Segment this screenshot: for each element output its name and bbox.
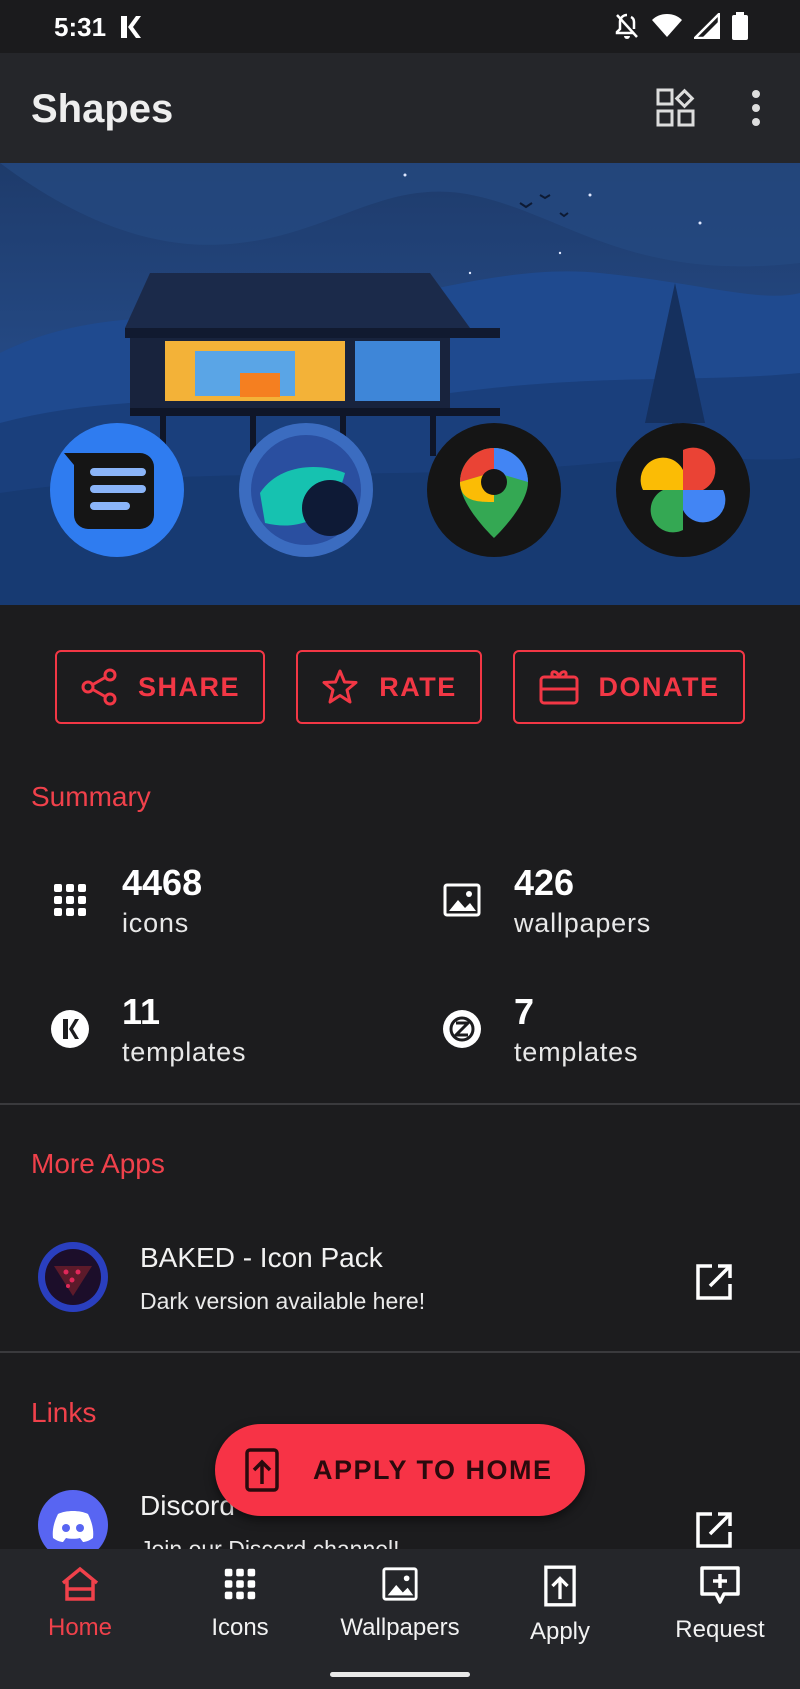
- status-bar: 5:31: [0, 0, 800, 53]
- apply-to-home-button[interactable]: APPLY TO HOME: [215, 1424, 585, 1516]
- kwgt-status-icon: [121, 16, 141, 38]
- app-title: BAKED - Icon Pack: [140, 1242, 383, 1273]
- donate-label: DONATE: [598, 671, 720, 702]
- stat-value: 426: [514, 862, 575, 903]
- wifi-icon: [652, 14, 682, 37]
- nav-icons[interactable]: Icons: [160, 1565, 320, 1642]
- kwgt-icon: [51, 1010, 89, 1048]
- summary-title: Summary: [31, 781, 151, 812]
- apply-icon: [245, 1448, 279, 1492]
- stat-value: 4468: [122, 862, 203, 903]
- stat-zooper-templates: 7 templates: [442, 991, 772, 1071]
- app-subtitle: Dark version available here!: [140, 1288, 426, 1314]
- stat-kwgt-templates: 11 templates: [50, 991, 380, 1071]
- stat-label: wallpapers: [514, 908, 652, 938]
- app-bar: Shapes: [0, 53, 800, 163]
- apply-to-home-label: APPLY TO HOME: [313, 1454, 553, 1485]
- stat-value: 7: [514, 991, 535, 1032]
- signal-icon: [694, 13, 720, 39]
- donate-button[interactable]: DONATE: [513, 650, 745, 724]
- stat-label: templates: [122, 1037, 247, 1067]
- image-icon: [443, 883, 481, 917]
- nav-label: Wallpapers: [340, 1614, 460, 1641]
- status-icons: [614, 12, 748, 40]
- apply-icon: [544, 1565, 576, 1607]
- more-vert-icon[interactable]: [748, 88, 764, 128]
- stat-wallpapers: 426 wallpapers: [442, 862, 772, 942]
- nav-label: Request: [675, 1616, 765, 1643]
- add-comment-icon: [700, 1566, 740, 1604]
- gesture-handle[interactable]: [330, 1672, 470, 1677]
- baked-app-icon: [38, 1242, 108, 1312]
- home-icon: [61, 1566, 99, 1601]
- more-app-item[interactable]: BAKED - Icon Pack Dark version available…: [0, 1230, 800, 1350]
- nav-apply[interactable]: Apply: [480, 1565, 640, 1646]
- status-time: 5:31: [54, 12, 107, 42]
- share-icon: [81, 668, 117, 706]
- app-title: Shapes: [31, 87, 174, 131]
- stat-value: 11: [122, 991, 161, 1032]
- divider: [0, 1103, 800, 1105]
- layout-icon[interactable]: [656, 88, 696, 128]
- nav-request[interactable]: Request: [640, 1565, 800, 1644]
- zooper-icon: [443, 1010, 481, 1048]
- open-in-new-icon[interactable]: [694, 1262, 734, 1302]
- hero-banner: [0, 163, 800, 605]
- bottom-navigation: Home Icons Wallpapers Apply Request: [0, 1549, 800, 1689]
- nav-home[interactable]: Home: [0, 1565, 160, 1642]
- notifications-off-icon: [615, 13, 638, 39]
- stat-label: icons: [122, 908, 190, 938]
- gift-card-icon: [539, 670, 578, 705]
- battery-icon: [732, 12, 748, 40]
- star-icon: [322, 669, 358, 704]
- share-button[interactable]: SHARE: [55, 650, 265, 724]
- share-label: SHARE: [137, 671, 240, 702]
- image-icon: [382, 1567, 418, 1601]
- nav-wallpapers[interactable]: Wallpapers: [320, 1565, 480, 1642]
- nav-label: Apply: [529, 1618, 591, 1645]
- link-title: Discord: [140, 1490, 235, 1521]
- stat-label: templates: [514, 1037, 639, 1067]
- grid-icon: [224, 1568, 256, 1600]
- nav-label: Icons: [211, 1614, 269, 1641]
- open-in-new-icon[interactable]: [694, 1510, 734, 1550]
- stat-icons: 4468 icons: [50, 862, 380, 942]
- rate-label: RATE: [379, 671, 457, 702]
- grid-icon: [54, 884, 86, 916]
- action-buttons: SHARE RATE DONATE: [0, 650, 800, 728]
- divider: [0, 1351, 800, 1353]
- links-title: Links: [31, 1397, 97, 1428]
- more-apps-title: More Apps: [31, 1148, 165, 1179]
- rate-button[interactable]: RATE: [296, 650, 482, 724]
- nav-label: Home: [47, 1614, 113, 1641]
- hero-illustration: [0, 163, 800, 605]
